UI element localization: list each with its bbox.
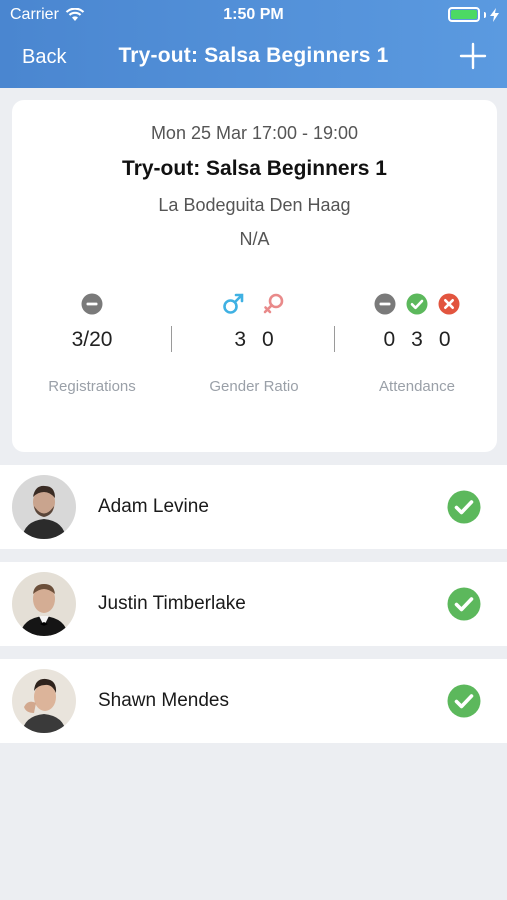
participant-row[interactable]: Justin Timberlake	[0, 562, 507, 646]
event-venue: La Bodeguita Den Haag	[158, 195, 351, 215]
participant-row[interactable]: Shawn Mendes	[0, 659, 507, 743]
gender-ratio-stat: 30 Gender Ratio	[174, 290, 334, 395]
male-icon	[223, 293, 244, 314]
plus-icon[interactable]	[459, 42, 487, 70]
registrations-stat: 3/20 Registrations	[12, 290, 172, 395]
attendance-label: Attendance	[379, 378, 455, 395]
registrations-value: 3/20	[71, 328, 113, 351]
cross-circle-icon	[438, 293, 460, 315]
minus-circle-icon	[374, 293, 396, 315]
female-icon	[263, 293, 284, 314]
event-datetime: Mon 25 Mar 17:00 - 19:00	[150, 123, 359, 143]
check-circle-icon	[406, 293, 428, 315]
attendance-unknown-count: 0	[383, 328, 396, 351]
gender-ratio-label: Gender Ratio	[209, 378, 299, 395]
navigation-header: Carrier 1:50 PM Back Try-out: Salsa Begi…	[0, 0, 507, 88]
participant-name: Shawn Mendes	[98, 690, 229, 711]
attendance-stat: 030 Attendance	[337, 290, 497, 395]
battery-indicator	[448, 7, 499, 22]
event-title: Try-out: Salsa Beginners 1	[122, 157, 387, 180]
avatar	[12, 475, 76, 539]
participant-name: Justin Timberlake	[98, 593, 246, 614]
participant-name: Adam Levine	[98, 496, 209, 517]
registrations-label: Registrations	[48, 378, 136, 395]
clock: 1:50 PM	[223, 6, 284, 23]
event-card: Mon 25 Mar 17:00 - 19:00 Try-out: Salsa …	[12, 100, 497, 452]
check-circle-icon[interactable]	[447, 587, 481, 621]
attendance-present-count: 3	[411, 328, 423, 351]
event-extra: N/A	[239, 229, 270, 249]
avatar	[12, 572, 76, 636]
status-bar: Carrier 1:50 PM	[0, 0, 507, 30]
nav-bar: Back Try-out: Salsa Beginners 1	[0, 36, 507, 80]
charging-bolt-icon	[490, 7, 499, 22]
stat-divider	[334, 326, 335, 352]
check-circle-icon[interactable]	[447, 684, 481, 718]
minus-circle-icon	[81, 293, 103, 315]
battery-icon	[448, 7, 480, 22]
check-circle-icon[interactable]	[447, 490, 481, 524]
female-count: 0	[262, 328, 274, 351]
page-title: Try-out: Salsa Beginners 1	[118, 44, 389, 67]
avatar	[12, 669, 76, 733]
stat-divider	[171, 326, 172, 352]
male-count: 3	[234, 328, 246, 351]
attendance-absent-count: 0	[438, 328, 451, 351]
participant-row[interactable]: Adam Levine	[0, 465, 507, 549]
